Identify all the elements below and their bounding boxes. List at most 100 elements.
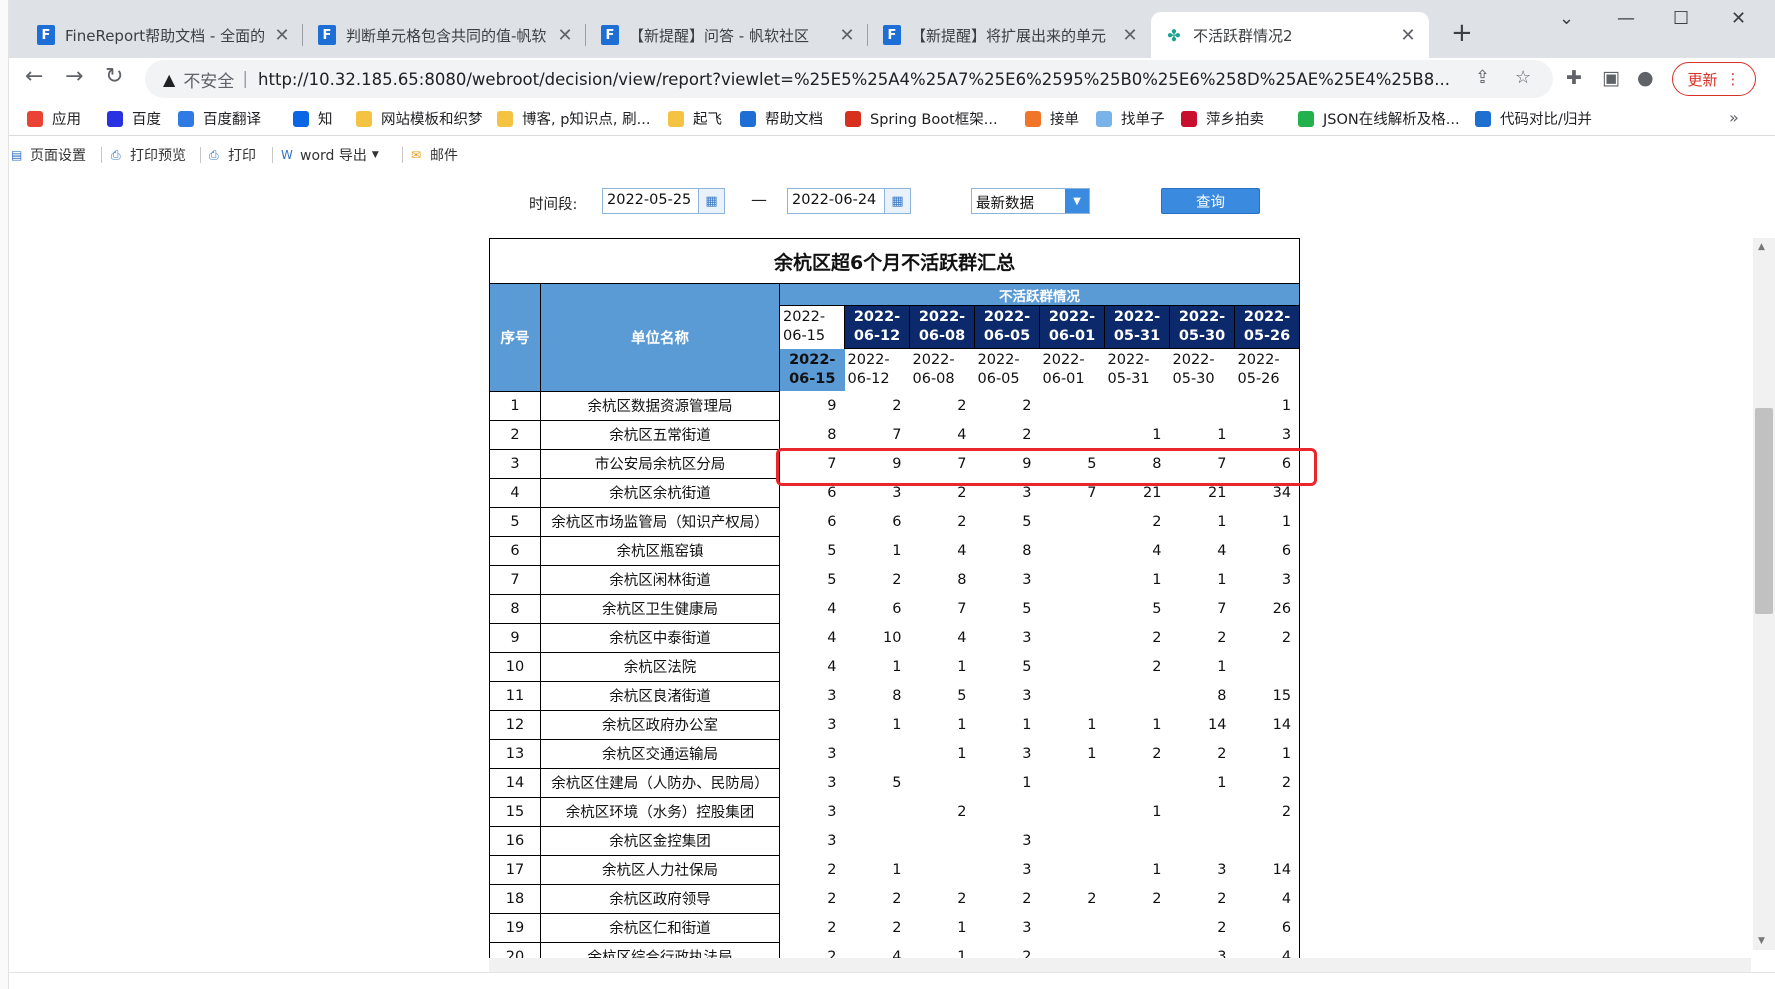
update-button[interactable]: 更新 ⋮ — [1672, 62, 1756, 96]
close-tab-icon[interactable]: ✕ — [1397, 25, 1419, 46]
value-cell — [1040, 565, 1105, 594]
minimize-icon[interactable]: — — [1617, 8, 1635, 29]
new-tab-button[interactable]: + — [1451, 18, 1473, 48]
bookmark-item[interactable]: 代码对比/归并 — [1475, 108, 1592, 129]
date-subheader: 2022-06-05 — [974, 348, 1040, 391]
bookmark-item[interactable]: 起飞 — [668, 108, 722, 129]
back-icon[interactable]: ← — [25, 64, 43, 89]
value-cell: 5 — [1022, 513, 1032, 530]
calendar-icon[interactable]: ▦ — [884, 189, 910, 213]
tab-1[interactable]: F FineReport帮助文档 - 全面的 ✕ — [23, 12, 303, 58]
bookmark-item[interactable]: 应用 — [27, 108, 81, 129]
tab-strip: F FineReport帮助文档 - 全面的 ✕ F 判断单元格包含共同的值-帆软 ✕ F 【… — [9, 0, 1775, 58]
close-tab-icon[interactable]: ✕ — [554, 25, 576, 46]
scroll-thumb[interactable] — [1755, 408, 1773, 614]
close-tab-icon[interactable]: ✕ — [271, 25, 293, 46]
mail-button[interactable]: ✉ 邮件 — [411, 145, 458, 165]
scroll-up-icon[interactable]: ▲ — [1758, 242, 1765, 252]
page-setup-button[interactable]: ▤ 页面设置 — [11, 145, 86, 165]
bookmark-item[interactable]: 博客, p知识点, 刷... — [497, 108, 650, 129]
tab-2[interactable]: F 判断单元格包含共同的值-帆软 ✕ — [304, 12, 586, 58]
bookmark-item[interactable]: 接单 — [1025, 108, 1079, 129]
date-subheader: 2022-05-30 — [1169, 348, 1235, 391]
scroll-down-icon[interactable]: ▼ — [1758, 936, 1765, 946]
value-cell: 1 — [1217, 571, 1227, 588]
row-index: 1 — [489, 390, 541, 421]
tab-5[interactable]: ✤ 不活跃群情况2 ✕ — [1151, 12, 1429, 58]
bookmark-item[interactable]: 网站模板和织梦 — [356, 108, 483, 129]
bookmarks-overflow-icon[interactable]: » — [1729, 108, 1739, 127]
value-cell: 1 — [957, 716, 967, 733]
address-divider: | — [242, 69, 249, 89]
value-cell: 6 — [827, 484, 837, 501]
reload-icon[interactable]: ↻ — [105, 64, 123, 89]
side-panel-icon[interactable]: ▣ — [1602, 67, 1620, 89]
print-preview-button[interactable]: ⎙ 打印预览 — [111, 145, 186, 165]
report-table: 余杭区超6个月不活跃群汇总 序号 单位名称 不活跃群情况 2022-06-15 2… — [488, 238, 1301, 972]
chevron-down-icon[interactable]: ▼ — [1065, 189, 1089, 213]
close-tab-icon[interactable]: ✕ — [836, 25, 858, 46]
data-mode-select[interactable]: 最新数据 ▼ — [971, 188, 1090, 214]
value-cell — [975, 797, 1040, 826]
finereport-favicon-icon: F — [318, 25, 336, 45]
tab-search-icon[interactable]: ⌄ — [1559, 8, 1574, 29]
share-icon[interactable]: ⇪ — [1475, 67, 1490, 88]
bookmark-item[interactable]: Spring Boot框架... — [845, 108, 998, 129]
unit-name: 余杭区金控集团 — [540, 825, 780, 856]
date-subheader: 2022-06-08 — [909, 348, 975, 391]
bookmark-item[interactable]: 帮助文档 — [740, 108, 823, 129]
maximize-icon[interactable]: ☐ — [1673, 8, 1689, 29]
print-button[interactable]: ⎙ 打印 — [209, 145, 256, 165]
value-cell: 2 — [892, 919, 902, 936]
profile-avatar-icon[interactable]: ● — [1637, 67, 1654, 89]
date-subheader: 2022-06-01 — [1039, 348, 1105, 391]
forward-icon[interactable]: → — [65, 64, 83, 89]
col-index-header: 序号 — [489, 283, 541, 392]
calendar-icon[interactable]: ▦ — [698, 189, 724, 213]
bookmark-icon — [1298, 110, 1314, 127]
warning-icon: ▲ — [163, 69, 176, 89]
bookmark-item[interactable]: 百度翻译 — [178, 108, 261, 129]
bookmark-item[interactable]: 知 — [293, 108, 333, 129]
tab-4[interactable]: F 【新提醒】将扩展出来的单元 ✕ — [869, 12, 1151, 58]
bookmark-star-icon[interactable]: ☆ — [1515, 67, 1531, 88]
value-cell: 5 — [1152, 600, 1162, 617]
value-cell: 2 — [1234, 797, 1301, 826]
value-cell — [1170, 391, 1235, 420]
value-cell: 3 — [1022, 571, 1032, 588]
page-setup-label: 页面设置 — [30, 148, 86, 164]
bookmark-icon — [1475, 110, 1491, 127]
value-cell: 14 — [1208, 716, 1227, 733]
row-index: 18 — [489, 883, 541, 914]
bookmark-item[interactable]: 萍乡拍卖 — [1181, 108, 1264, 129]
value-cell: 2 — [1217, 919, 1227, 936]
bookmark-item[interactable]: 找单子 — [1096, 108, 1165, 129]
word-export-button[interactable]: Wword 导出 ▼ — [281, 145, 379, 165]
value-cell: 2 — [1152, 745, 1162, 762]
value-cell: 1 — [892, 658, 902, 675]
close-tab-icon[interactable]: ✕ — [1119, 25, 1141, 46]
date-separator: — — [751, 190, 767, 209]
value-cell: 3 — [1234, 565, 1301, 594]
value-cell: 2 — [1152, 658, 1162, 675]
close-window-icon[interactable]: ✕ — [1731, 8, 1746, 29]
date-header: 2022-05-26 — [1233, 305, 1301, 349]
end-date-field[interactable]: 2022-06-24 ▦ — [787, 188, 911, 214]
bookmark-item[interactable]: JSON在线解析及格... — [1298, 108, 1460, 129]
vertical-scrollbar[interactable]: ▲ ▼ — [1753, 238, 1775, 950]
value-cell: 6 — [892, 513, 902, 530]
unit-name: 余杭区余杭街道 — [540, 477, 780, 508]
horizontal-scrollbar[interactable] — [489, 958, 1751, 972]
value-cell: 2 — [957, 513, 967, 530]
tab-3[interactable]: F 【新提醒】问答 - 帆软社区 ✕ — [587, 12, 868, 58]
start-date-field[interactable]: 2022-05-25 ▦ — [602, 188, 725, 214]
extensions-icon[interactable]: ✚ — [1566, 67, 1582, 89]
value-cell — [845, 826, 910, 855]
url-text[interactable]: http://10.32.185.65:8080/webroot/decisio… — [258, 70, 1468, 89]
query-button[interactable]: 查询 — [1161, 188, 1260, 214]
bookmark-item[interactable]: 百度 — [107, 108, 161, 129]
address-bar[interactable]: ▲ 不安全 | http://10.32.185.65:8080/webroot… — [145, 60, 1553, 98]
unit-name: 余杭区政府领导 — [540, 883, 780, 914]
value-cell: 7 — [957, 455, 967, 472]
table-row: 11 余杭区良渚街道 3 8 5 3 8 15 — [489, 680, 1301, 711]
